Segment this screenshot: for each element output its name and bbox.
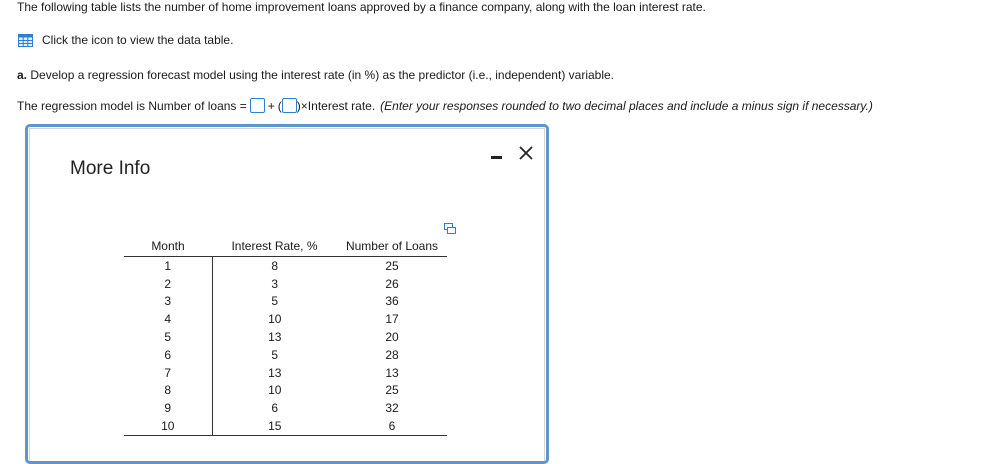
table-row: 4 10 17 (124, 310, 447, 329)
table-row: 5 13 20 (124, 328, 447, 346)
cell-loans: 25 (385, 383, 399, 398)
cell-loans: 20 (385, 330, 399, 345)
cell-month: 6 (124, 345, 213, 364)
cell-month: 10 (124, 417, 213, 436)
cell-rate: 8 (271, 258, 279, 273)
cell-month: 7 (124, 363, 213, 382)
cell-loans: 26 (385, 276, 399, 291)
table-row: 9 6 32 (124, 399, 447, 418)
loans-data-table: Month Interest Rate, % Number of Loans 1… (124, 236, 447, 436)
cell-rate: 13 (268, 365, 282, 380)
cell-rate: 5 (271, 294, 279, 309)
cell-month: 1 (124, 256, 213, 275)
part-a-label: a. (17, 68, 28, 82)
view-data-label[interactable]: Click the icon to view the data table. (42, 33, 233, 47)
plus-sign: + (267, 98, 275, 113)
table-row: 1 8 25 (124, 256, 447, 275)
cell-rate: 5 (271, 347, 279, 362)
cell-month: 4 (124, 310, 213, 329)
cell-rate: 10 (268, 312, 282, 327)
intercept-input[interactable] (249, 98, 265, 113)
table-row: 7 13 13 (124, 363, 447, 382)
cell-loans: 13 (385, 365, 399, 380)
cell-loans: 28 (385, 347, 399, 362)
table-row: 3 5 36 (124, 292, 447, 311)
cell-month: 5 (124, 328, 213, 346)
table-row: 2 3 26 (124, 274, 447, 293)
dialog-body: More Info Month Interest Rate, % Number … (29, 128, 545, 461)
header-interest-rate: Interest Rate, % (212, 236, 337, 257)
header-number-of-loans: Number of Loans (337, 236, 447, 257)
cell-rate: 6 (271, 401, 279, 416)
cell-rate: 15 (212, 417, 337, 436)
cell-rate: 13 (268, 330, 282, 345)
cell-loans: 6 (337, 417, 447, 436)
cell-month: 8 (124, 381, 213, 400)
view-data-row: Click the icon to view the data table. (18, 33, 233, 47)
table-row: 8 10 25 (124, 381, 447, 400)
more-info-dialog: More Info Month Interest Rate, % Number … (25, 124, 549, 464)
cell-loans: 17 (385, 312, 399, 327)
close-icon[interactable] (517, 144, 535, 162)
cell-loans: 32 (385, 401, 399, 416)
rounding-hint: (Enter your responses rounded to two dec… (380, 98, 873, 113)
cell-month: 2 (124, 274, 213, 293)
regression-model-row: The regression model is Number of loans … (17, 98, 873, 113)
cell-rate: 10 (268, 383, 282, 398)
header-month: Month (124, 236, 212, 257)
part-a-text: Develop a regression forecast model usin… (30, 68, 614, 82)
table-header-row: Month Interest Rate, % Number of Loans (124, 236, 447, 257)
table-row: 10 15 6 (124, 417, 447, 436)
dialog-title: More Info (70, 158, 151, 179)
question-part-a: a. Develop a regression forecast model u… (17, 68, 614, 82)
slope-input[interactable] (281, 98, 297, 113)
copy-icon[interactable] (444, 223, 456, 235)
cell-loans: 25 (385, 258, 399, 273)
model-suffix: ×Interest rate. (300, 98, 376, 113)
cell-rate: 3 (271, 276, 279, 291)
cell-loans: 36 (385, 294, 399, 309)
table-icon[interactable] (18, 33, 33, 47)
model-prefix: The regression model is Number of loans … (17, 98, 247, 113)
cell-month: 9 (124, 399, 213, 418)
table-row: 6 5 28 (124, 345, 447, 364)
cell-month: 3 (124, 292, 213, 311)
minimize-icon[interactable] (489, 147, 505, 165)
intro-text: The following table lists the number of … (17, 0, 706, 14)
